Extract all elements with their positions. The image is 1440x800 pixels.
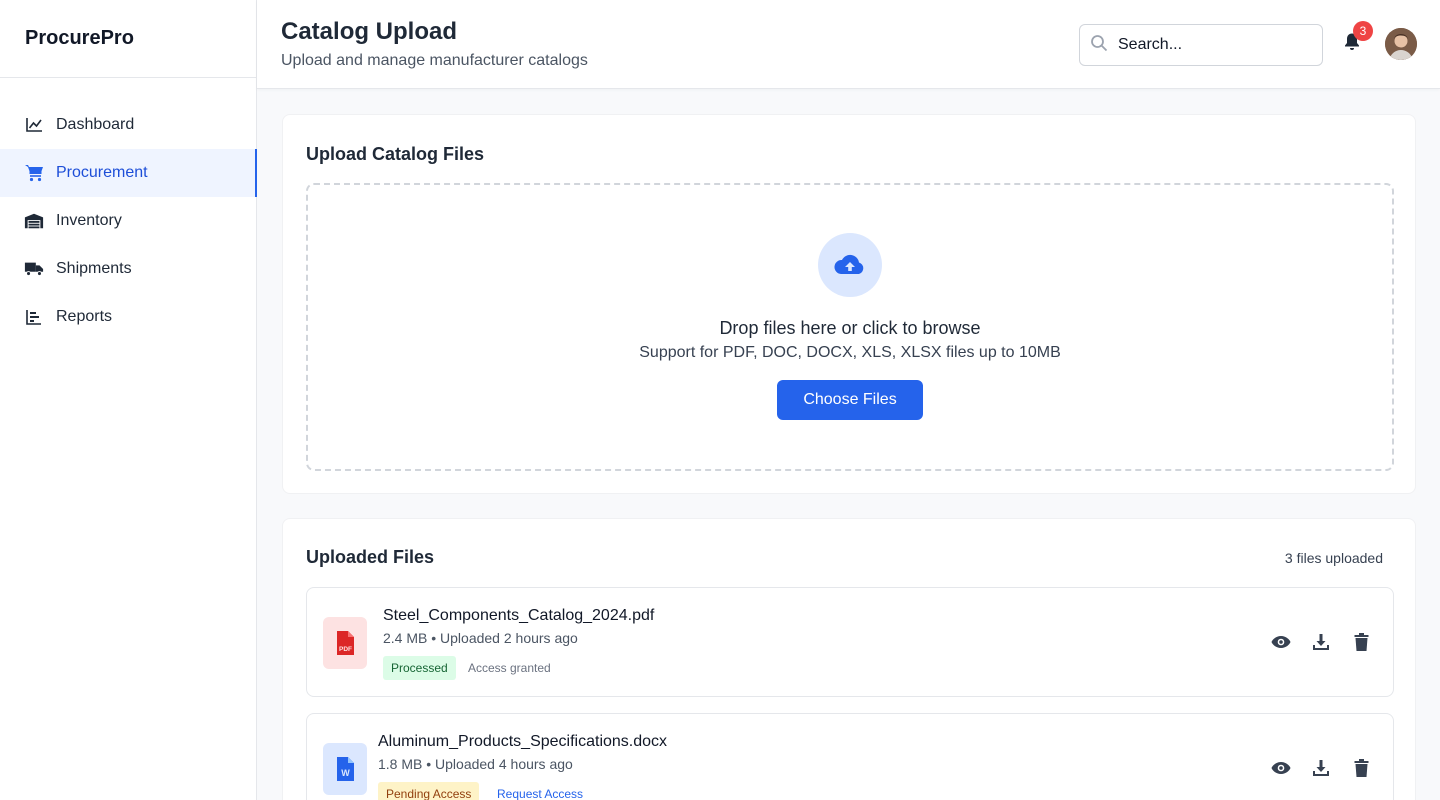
search-icon	[1090, 34, 1108, 57]
pdf-file-icon: PDF	[323, 617, 367, 669]
files-count: 3 files uploaded	[1284, 550, 1383, 566]
file-meta: 1.8 MB • Uploaded 4 hours ago	[378, 756, 573, 772]
sidebar-item-procurement[interactable]: Procurement	[0, 149, 257, 197]
trash-icon[interactable]	[1351, 758, 1371, 778]
eye-icon[interactable]	[1271, 758, 1291, 778]
trash-icon[interactable]	[1351, 632, 1371, 652]
dropzone-title: Drop files here or click to browse	[719, 318, 981, 338]
sidebar-item-dashboard[interactable]: Dashboard	[0, 101, 256, 149]
notification-badge: 3	[1353, 21, 1373, 41]
uploaded-files-card: Uploaded Files 3 files uploaded PDF Stee…	[282, 518, 1416, 800]
file-row[interactable]: PDF Steel_Components_Catalog_2024.pdf 2.…	[306, 587, 1394, 697]
download-icon[interactable]	[1311, 758, 1331, 778]
file-name[interactable]: Steel_Components_Catalog_2024.pdf	[383, 607, 654, 625]
cloud-upload-icon	[818, 233, 882, 297]
page-subtitle: Upload and manage manufacturer catalogs	[281, 52, 588, 69]
file-actions	[1271, 632, 1371, 652]
sidebar-item-shipments[interactable]: Shipments	[0, 245, 256, 293]
svg-text:PDF: PDF	[339, 646, 352, 653]
file-actions	[1271, 758, 1371, 778]
search-input[interactable]	[1118, 36, 1308, 54]
bar-chart-icon	[24, 307, 44, 327]
svg-text:W: W	[341, 768, 350, 778]
sidebar: ProcurePro Dashboard Procurement Invento…	[0, 0, 257, 800]
truck-icon	[24, 259, 44, 279]
file-meta: 2.4 MB • Uploaded 2 hours ago	[383, 630, 578, 646]
cart-icon	[24, 163, 44, 183]
file-dropzone[interactable]: Drop files here or click to browse Suppo…	[306, 183, 1394, 471]
dropzone-subtitle: Support for PDF, DOC, DOCX, XLS, XLSX fi…	[639, 344, 1061, 361]
upload-card-title: Upload Catalog Files	[306, 144, 485, 164]
sidebar-item-label: Procurement	[56, 164, 148, 181]
warehouse-icon	[24, 211, 44, 231]
eye-icon[interactable]	[1271, 632, 1291, 652]
sidebar-item-label: Inventory	[56, 212, 122, 229]
status-badge: Pending Access	[378, 782, 480, 800]
sidebar-item-reports[interactable]: Reports	[0, 293, 256, 341]
brand-logo[interactable]: ProcurePro	[0, 0, 256, 78]
sidebar-item-label: Dashboard	[56, 116, 135, 133]
avatar[interactable]	[1385, 28, 1417, 60]
download-icon[interactable]	[1311, 632, 1331, 652]
search-box[interactable]	[1079, 24, 1323, 66]
request-access-link[interactable]: Request Access	[497, 787, 583, 800]
status-badge: Processed	[383, 656, 456, 680]
upload-card: Upload Catalog Files Drop files here or …	[282, 114, 1416, 494]
file-row[interactable]: W Aluminum_Products_Specifications.docx …	[306, 713, 1394, 800]
access-status: Access granted	[468, 661, 551, 675]
word-file-icon: W	[323, 743, 367, 795]
uploaded-files-title: Uploaded Files	[306, 547, 435, 567]
sidebar-item-label: Shipments	[56, 260, 132, 277]
file-name[interactable]: Aluminum_Products_Specifications.docx	[378, 733, 667, 751]
sidebar-nav: Dashboard Procurement Inventory Shipment…	[0, 78, 257, 325]
choose-files-button[interactable]: Choose Files	[777, 380, 923, 420]
top-header: Catalog Upload Upload and manage manufac…	[257, 0, 1440, 89]
page-title: Catalog Upload	[281, 18, 458, 45]
sidebar-item-inventory[interactable]: Inventory	[0, 197, 256, 245]
chart-line-icon	[24, 115, 44, 135]
sidebar-item-label: Reports	[56, 308, 113, 325]
